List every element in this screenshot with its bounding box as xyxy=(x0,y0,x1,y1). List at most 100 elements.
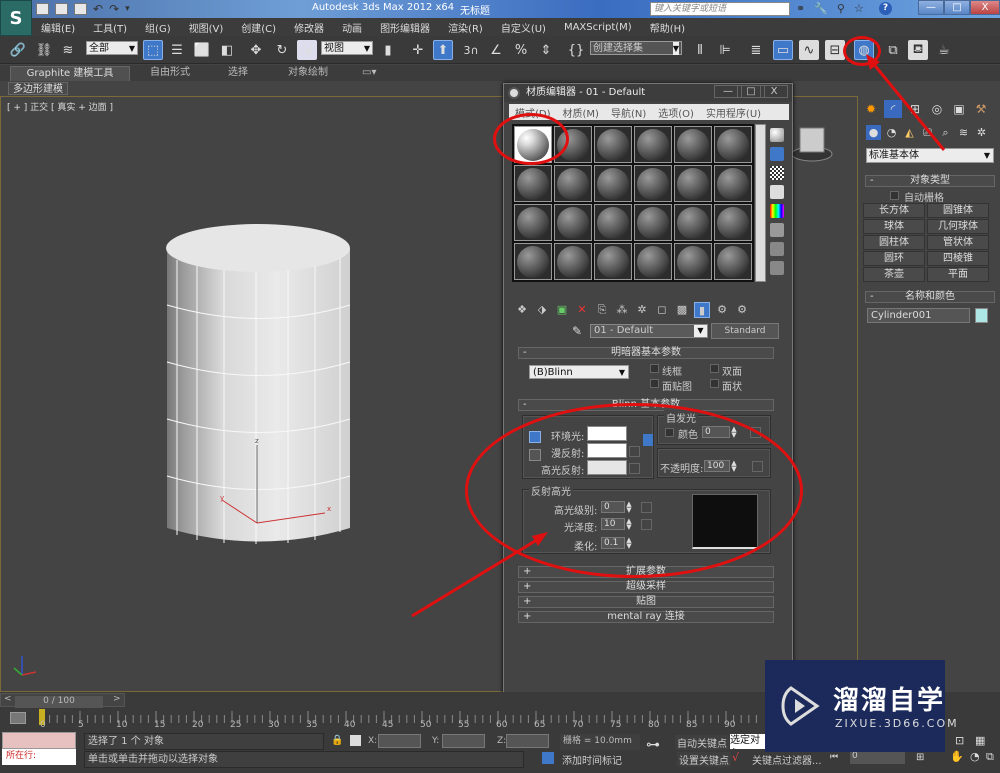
material-sample-slot[interactable] xyxy=(514,165,552,202)
menu-maxscript[interactable]: MAXScript(M) xyxy=(555,22,641,33)
cone-button[interactable]: 圆锥体 xyxy=(927,203,989,218)
menu-graph-editors[interactable]: 图形编辑器 xyxy=(371,20,439,35)
next-frame-button[interactable]: > xyxy=(113,694,121,704)
viewport-label[interactable]: [ + ] 正交 [ 真实 + 边面 ] xyxy=(7,100,113,113)
redo-icon[interactable]: ↷ xyxy=(109,2,119,16)
rectangular-selection-icon[interactable]: ⬜ xyxy=(192,40,212,60)
prev-frame-button[interactable]: < xyxy=(4,694,12,704)
current-frame-spinner[interactable]: 0 xyxy=(850,751,905,764)
material-sample-slot[interactable] xyxy=(554,243,592,280)
select-object-icon[interactable]: ⬚ xyxy=(143,40,163,60)
maxscript-line[interactable]: 所在行: xyxy=(2,749,76,765)
pan-view-icon[interactable]: ✋ xyxy=(950,750,964,763)
display-icon[interactable]: ▣ xyxy=(950,100,968,118)
minimize-button[interactable]: — xyxy=(918,0,944,15)
material-sample-slot[interactable] xyxy=(554,165,592,202)
customize-arrow-icon[interactable]: ▾ xyxy=(125,4,130,14)
orbit-icon[interactable]: ◔ xyxy=(970,750,980,763)
move-icon[interactable]: ✥ xyxy=(246,40,266,60)
z-coordinate-input[interactable] xyxy=(506,734,549,748)
helpers-icon[interactable]: ⌕ xyxy=(938,125,953,140)
put-to-library-icon[interactable]: ✲ xyxy=(634,302,650,318)
menu-group[interactable]: 组(G) xyxy=(136,20,180,35)
tab-graphite-modeling[interactable]: Graphite 建模工具 xyxy=(10,66,130,81)
add-time-tag[interactable]: 添加时间标记 xyxy=(562,752,622,767)
keyboard-shortcut-override-icon[interactable]: ⬆ xyxy=(433,40,453,60)
show-map-in-viewport-icon[interactable]: ▩ xyxy=(674,302,690,318)
pyramid-button[interactable]: 四棱锥 xyxy=(927,251,989,266)
shapes-icon[interactable]: ◔ xyxy=(884,125,899,140)
x-coordinate-input[interactable] xyxy=(378,734,421,748)
select-manipulate-icon[interactable]: ✛ xyxy=(408,40,428,60)
wire-checkbox[interactable] xyxy=(650,364,659,373)
absolute-mode-icon[interactable] xyxy=(350,735,361,746)
shader-dropdown[interactable]: (B)Blinn ▼ xyxy=(529,365,629,379)
y-coordinate-input[interactable] xyxy=(442,734,485,748)
backlight-icon[interactable] xyxy=(770,147,784,161)
maximize-viewport-icon[interactable]: ⧉ xyxy=(986,750,994,764)
material-sample-slot[interactable] xyxy=(714,243,752,280)
menu-edit[interactable]: 编辑(E) xyxy=(32,20,84,35)
binoculars-icon[interactable]: ⚭ xyxy=(796,2,805,15)
geosphere-button[interactable]: 几何球体 xyxy=(927,219,989,234)
align-icon[interactable]: ⊫ xyxy=(715,40,735,60)
shader-basic-params-rollout[interactable]: - 明暗器基本参数 xyxy=(518,347,774,359)
two-sided-checkbox[interactable] xyxy=(710,364,719,373)
material-sample-slot[interactable] xyxy=(594,126,632,163)
modify-icon[interactable]: ◜ xyxy=(884,100,902,118)
undo-icon[interactable]: ↶ xyxy=(93,2,103,16)
object-type-rollout[interactable]: - 对象类型 xyxy=(865,175,995,187)
material-sample-slot[interactable] xyxy=(594,243,632,280)
me-menu-navigation[interactable]: 导航(N) xyxy=(605,105,652,120)
pivot-center-icon[interactable]: ▮ xyxy=(378,40,398,60)
teapot-button[interactable]: 茶壶 xyxy=(863,267,925,282)
rendered-frame-window-icon[interactable]: ⛾ xyxy=(908,40,928,60)
assign-to-selection-icon[interactable]: ▣ xyxy=(554,302,570,318)
set-key-button[interactable]: 设置关键点 xyxy=(677,752,731,767)
satellite-icon[interactable]: ⚲ xyxy=(837,2,845,15)
motion-icon[interactable]: ◎ xyxy=(928,100,946,118)
mental-ray-connection-rollout[interactable]: + mental ray 连接 xyxy=(518,611,774,623)
pick-material-eyedropper-icon[interactable]: ✎ xyxy=(572,324,582,338)
render-production-icon[interactable]: ☕ xyxy=(934,40,954,60)
material-sample-slot[interactable] xyxy=(674,243,712,280)
named-selection-dropdown[interactable]: 创建选择集 ▼ xyxy=(590,41,682,55)
zoom-all-icon[interactable]: ⊡ xyxy=(955,734,964,747)
copy-material-icon[interactable]: ⎘ xyxy=(594,302,610,318)
scale-icon[interactable]: ⇲ xyxy=(297,40,317,60)
go-forward-sibling-icon[interactable]: ⚙ xyxy=(734,302,750,318)
open-minicurve-editor-icon[interactable] xyxy=(10,712,26,724)
3dsmax-logo-icon[interactable]: S xyxy=(0,0,32,36)
put-to-scene-icon[interactable]: ⬗ xyxy=(534,302,550,318)
layer-manager-icon[interactable]: ≣ xyxy=(746,40,766,60)
sample-type-icon[interactable] xyxy=(770,128,784,142)
maximize-button[interactable]: □ xyxy=(944,0,970,15)
curve-editor-icon[interactable]: ∿ xyxy=(799,40,819,60)
select-by-name-icon[interactable]: ☰ xyxy=(167,40,187,60)
select-by-material-icon[interactable] xyxy=(770,261,784,275)
primitive-category-dropdown[interactable]: 标准基本体 ▼ xyxy=(866,148,994,163)
window-crossing-icon[interactable]: ◧ xyxy=(217,40,237,60)
face-map-checkbox[interactable] xyxy=(650,379,659,388)
material-sample-slot[interactable] xyxy=(554,204,592,241)
material-sample-slot[interactable] xyxy=(594,204,632,241)
material-sample-slot[interactable] xyxy=(714,126,752,163)
geometry-icon[interactable]: ● xyxy=(866,125,881,140)
get-material-icon[interactable]: ❖ xyxy=(514,302,530,318)
name-color-rollout[interactable]: - 名称和颜色 xyxy=(865,291,995,303)
maxscript-listener-input[interactable] xyxy=(2,732,76,749)
graphite-toggle-icon[interactable]: ▭ xyxy=(773,40,793,60)
material-type-button[interactable]: Standard xyxy=(711,323,779,339)
search-input[interactable]: 键入关键字或短语 xyxy=(650,2,790,16)
zoom-extents-icon[interactable]: ⊞ xyxy=(916,752,924,763)
menu-help[interactable]: 帮助(H) xyxy=(641,20,694,35)
auto-key-button[interactable]: 自动关键点 xyxy=(675,735,729,750)
chevron-down-icon[interactable]: ▼ xyxy=(694,325,707,337)
key-filters-button[interactable]: 关键点过滤器... xyxy=(752,752,822,767)
render-setup-icon[interactable]: ⧉ xyxy=(883,40,903,60)
unlink-icon[interactable]: ⛓ xyxy=(34,40,54,60)
angle-snap-icon[interactable]: ∠ xyxy=(486,40,506,60)
material-sample-slot[interactable] xyxy=(514,243,552,280)
material-sample-slot[interactable] xyxy=(514,204,552,241)
material-sample-slot[interactable] xyxy=(594,165,632,202)
